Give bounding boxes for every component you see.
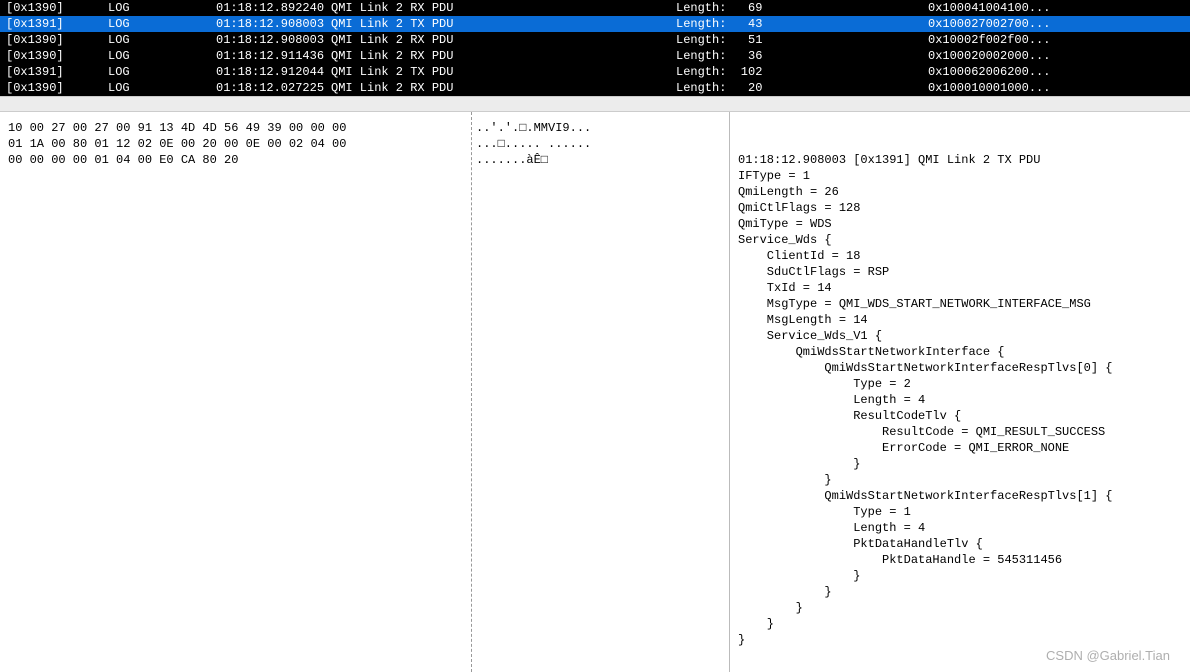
log-level: LOG bbox=[108, 0, 216, 16]
log-hex: 0x100027002700... bbox=[928, 16, 1190, 32]
ascii-line: ...□..... ...... bbox=[476, 136, 725, 152]
log-time: 01:18:12.027225 bbox=[216, 80, 331, 96]
horizontal-splitter[interactable] bbox=[0, 96, 1190, 112]
log-len: Length: 102 bbox=[676, 64, 928, 80]
log-hex: 0x10002f002f00... bbox=[928, 32, 1190, 48]
lower-panes: 10 00 27 00 27 00 91 13 4D 4D 56 49 39 0… bbox=[0, 112, 1190, 672]
log-desc: QMI Link 2 TX PDU bbox=[331, 64, 676, 80]
log-level: LOG bbox=[108, 32, 216, 48]
log-hex: 0x100041004100... bbox=[928, 0, 1190, 16]
log-desc: QMI Link 2 RX PDU bbox=[331, 80, 676, 96]
detail-pane[interactable]: 01:18:12.908003 [0x1391] QMI Link 2 TX P… bbox=[730, 112, 1190, 672]
log-time: 01:18:12.912044 bbox=[216, 64, 331, 80]
hex-pane[interactable]: 10 00 27 00 27 00 91 13 4D 4D 56 49 39 0… bbox=[0, 112, 471, 672]
log-time: 01:18:12.908003 bbox=[216, 32, 331, 48]
log-id: [0x1391] bbox=[0, 64, 108, 80]
log-row[interactable]: [0x1390]LOG01:18:12.892240QMI Link 2 RX … bbox=[0, 0, 1190, 16]
watermark: CSDN @Gabriel.Tian bbox=[1046, 648, 1170, 664]
log-row[interactable]: [0x1391]LOG01:18:12.908003QMI Link 2 TX … bbox=[0, 16, 1190, 32]
log-hex: 0x100020002000... bbox=[928, 48, 1190, 64]
log-table[interactable]: [0x1390]LOG01:18:12.892240QMI Link 2 RX … bbox=[0, 0, 1190, 96]
hex-line: 10 00 27 00 27 00 91 13 4D 4D 56 49 39 0… bbox=[8, 120, 463, 136]
log-desc: QMI Link 2 RX PDU bbox=[331, 48, 676, 64]
log-desc: QMI Link 2 RX PDU bbox=[331, 0, 676, 16]
log-id: [0x1390] bbox=[0, 32, 108, 48]
detail-text: 01:18:12.908003 [0x1391] QMI Link 2 TX P… bbox=[738, 152, 1182, 648]
ascii-line: .......àÊ□ bbox=[476, 152, 725, 168]
log-len: Length: 43 bbox=[676, 16, 928, 32]
log-level: LOG bbox=[108, 80, 216, 96]
log-id: [0x1390] bbox=[0, 48, 108, 64]
log-row[interactable]: [0x1390]LOG01:18:12.027225QMI Link 2 RX … bbox=[0, 80, 1190, 96]
log-row[interactable]: [0x1390]LOG01:18:12.911436QMI Link 2 RX … bbox=[0, 48, 1190, 64]
log-len: Length: 20 bbox=[676, 80, 928, 96]
log-level: LOG bbox=[108, 48, 216, 64]
log-level: LOG bbox=[108, 64, 216, 80]
log-id: [0x1391] bbox=[0, 16, 108, 32]
ascii-pane[interactable]: ..'.'.□.MMVI9......□..... .............à… bbox=[471, 112, 730, 672]
log-time: 01:18:12.908003 bbox=[216, 16, 331, 32]
ascii-line: ..'.'.□.MMVI9... bbox=[476, 120, 725, 136]
hex-line: 01 1A 00 80 01 12 02 0E 00 20 00 0E 00 0… bbox=[8, 136, 463, 152]
log-time: 01:18:12.892240 bbox=[216, 0, 331, 16]
log-len: Length: 69 bbox=[676, 0, 928, 16]
log-id: [0x1390] bbox=[0, 0, 108, 16]
log-len: Length: 51 bbox=[676, 32, 928, 48]
log-row[interactable]: [0x1391]LOG01:18:12.912044QMI Link 2 TX … bbox=[0, 64, 1190, 80]
log-len: Length: 36 bbox=[676, 48, 928, 64]
log-level: LOG bbox=[108, 16, 216, 32]
log-desc: QMI Link 2 TX PDU bbox=[331, 16, 676, 32]
log-id: [0x1390] bbox=[0, 80, 108, 96]
log-time: 01:18:12.911436 bbox=[216, 48, 331, 64]
hex-line: 00 00 00 00 01 04 00 E0 CA 80 20 bbox=[8, 152, 463, 168]
log-desc: QMI Link 2 RX PDU bbox=[331, 32, 676, 48]
log-row[interactable]: [0x1390]LOG01:18:12.908003QMI Link 2 RX … bbox=[0, 32, 1190, 48]
log-hex: 0x100062006200... bbox=[928, 64, 1190, 80]
log-hex: 0x100010001000... bbox=[928, 80, 1190, 96]
